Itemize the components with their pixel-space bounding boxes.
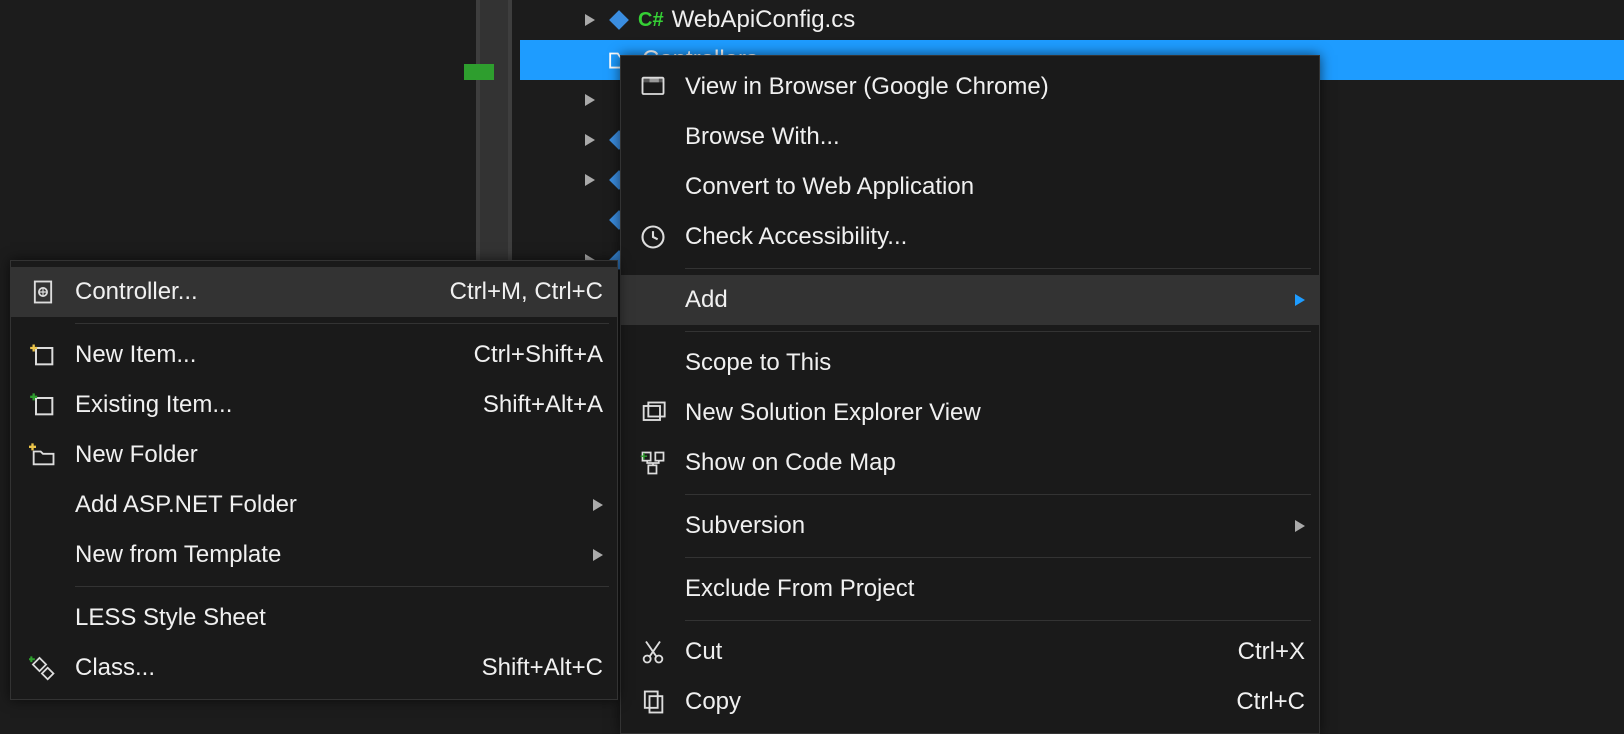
csharp-badge-icon: C#	[638, 9, 664, 32]
menu-copy[interactable]: Copy Ctrl+C	[621, 677, 1319, 727]
cut-icon	[621, 638, 685, 666]
menu-item-label: Controller...	[75, 278, 420, 306]
menu-add-aspnet-folder[interactable]: Add ASP.NET Folder	[11, 480, 617, 530]
menu-controller[interactable]: Controller... Ctrl+M, Ctrl+C	[11, 267, 617, 317]
menu-item-label: New Folder	[75, 441, 603, 469]
menu-new-item[interactable]: New Item... Ctrl+Shift+A	[11, 330, 617, 380]
controller-icon	[11, 278, 75, 306]
class-icon	[11, 654, 75, 682]
menu-item-label: LESS Style Sheet	[75, 604, 603, 632]
menu-item-label: Class...	[75, 654, 452, 682]
menu-item-label: Existing Item...	[75, 391, 453, 419]
menu-item-shortcut: Ctrl+X	[1208, 638, 1305, 666]
expander-icon[interactable]	[580, 10, 600, 30]
menu-item-label: Show on Code Map	[685, 449, 1305, 477]
menu-new-solution-explorer[interactable]: New Solution Explorer View	[621, 388, 1319, 438]
menu-item-shortcut: Ctrl+M, Ctrl+C	[420, 278, 603, 306]
scroll-gutter[interactable]	[476, 0, 512, 265]
menu-class[interactable]: Class... Shift+Alt+C	[11, 643, 617, 693]
menu-item-label: Scope to This	[685, 349, 1305, 377]
menu-separator	[685, 331, 1311, 332]
menu-item-label: Browse With...	[685, 123, 1305, 151]
menu-convert-to-web[interactable]: Convert to Web Application	[621, 162, 1319, 212]
menu-item-label: Copy	[685, 688, 1206, 716]
new-item-icon	[11, 341, 75, 369]
expander-icon[interactable]	[580, 130, 600, 150]
menu-item-shortcut: Ctrl+Shift+A	[444, 341, 603, 369]
menu-item-label: New from Template	[75, 541, 581, 569]
context-menu: View in Browser (Google Chrome) Browse W…	[620, 55, 1320, 734]
existing-item-icon	[11, 391, 75, 419]
menu-item-label: View in Browser (Google Chrome)	[685, 73, 1305, 101]
menu-item-label: Add	[685, 286, 1283, 314]
submenu-arrow-icon	[1295, 520, 1305, 532]
menu-new-folder[interactable]: New Folder	[11, 430, 617, 480]
csharp-item-icon	[609, 10, 629, 30]
menu-item-label: New Item...	[75, 341, 444, 369]
menu-check-accessibility[interactable]: Check Accessibility...	[621, 212, 1319, 262]
expander-icon[interactable]	[580, 90, 600, 110]
menu-item-label: Subversion	[685, 512, 1283, 540]
submenu-arrow-icon	[593, 549, 603, 561]
menu-item-shortcut: Ctrl+C	[1206, 688, 1305, 716]
menu-item-label: Convert to Web Application	[685, 173, 1305, 201]
submenu-arrow-icon	[1295, 294, 1305, 306]
submenu-arrow-icon	[593, 499, 603, 511]
menu-cut[interactable]: Cut Ctrl+X	[621, 627, 1319, 677]
svg-text:+: +	[640, 449, 648, 464]
menu-separator	[75, 586, 609, 587]
menu-item-label: Check Accessibility...	[685, 223, 1305, 251]
menu-view-in-browser[interactable]: View in Browser (Google Chrome)	[621, 62, 1319, 112]
tree-item-label: WebApiConfig.cs	[672, 6, 856, 34]
add-submenu: Controller... Ctrl+M, Ctrl+C New Item...…	[10, 260, 618, 700]
new-window-icon	[621, 399, 685, 427]
menu-new-from-template[interactable]: New from Template	[11, 530, 617, 580]
menu-separator	[685, 494, 1311, 495]
copy-icon	[621, 688, 685, 716]
menu-item-label: New Solution Explorer View	[685, 399, 1305, 427]
menu-subversion[interactable]: Subversion	[621, 501, 1319, 551]
browser-icon	[621, 73, 685, 101]
menu-exclude-from-project[interactable]: Exclude From Project	[621, 564, 1319, 614]
menu-separator	[685, 268, 1311, 269]
menu-item-label: Add ASP.NET Folder	[75, 491, 581, 519]
menu-scope-to-this[interactable]: Scope to This	[621, 338, 1319, 388]
menu-item-shortcut: Shift+Alt+C	[452, 654, 603, 682]
menu-item-shortcut: Shift+Alt+A	[453, 391, 603, 419]
menu-separator	[685, 620, 1311, 621]
change-marker	[464, 64, 494, 80]
new-folder-icon	[11, 441, 75, 469]
expander-icon[interactable]	[580, 170, 600, 190]
menu-show-on-code-map[interactable]: + Show on Code Map	[621, 438, 1319, 488]
menu-less-style-sheet[interactable]: LESS Style Sheet	[11, 593, 617, 643]
menu-existing-item[interactable]: Existing Item... Shift+Alt+A	[11, 380, 617, 430]
menu-separator	[75, 323, 609, 324]
menu-item-label: Cut	[685, 638, 1208, 666]
menu-separator	[685, 557, 1311, 558]
accessibility-icon	[621, 223, 685, 251]
menu-item-label: Exclude From Project	[685, 575, 1305, 603]
tree-item-webapiconfig[interactable]: C# WebApiConfig.cs	[520, 0, 1624, 40]
menu-browse-with[interactable]: Browse With...	[621, 112, 1319, 162]
menu-add[interactable]: Add	[621, 275, 1319, 325]
code-map-icon: +	[621, 449, 685, 477]
